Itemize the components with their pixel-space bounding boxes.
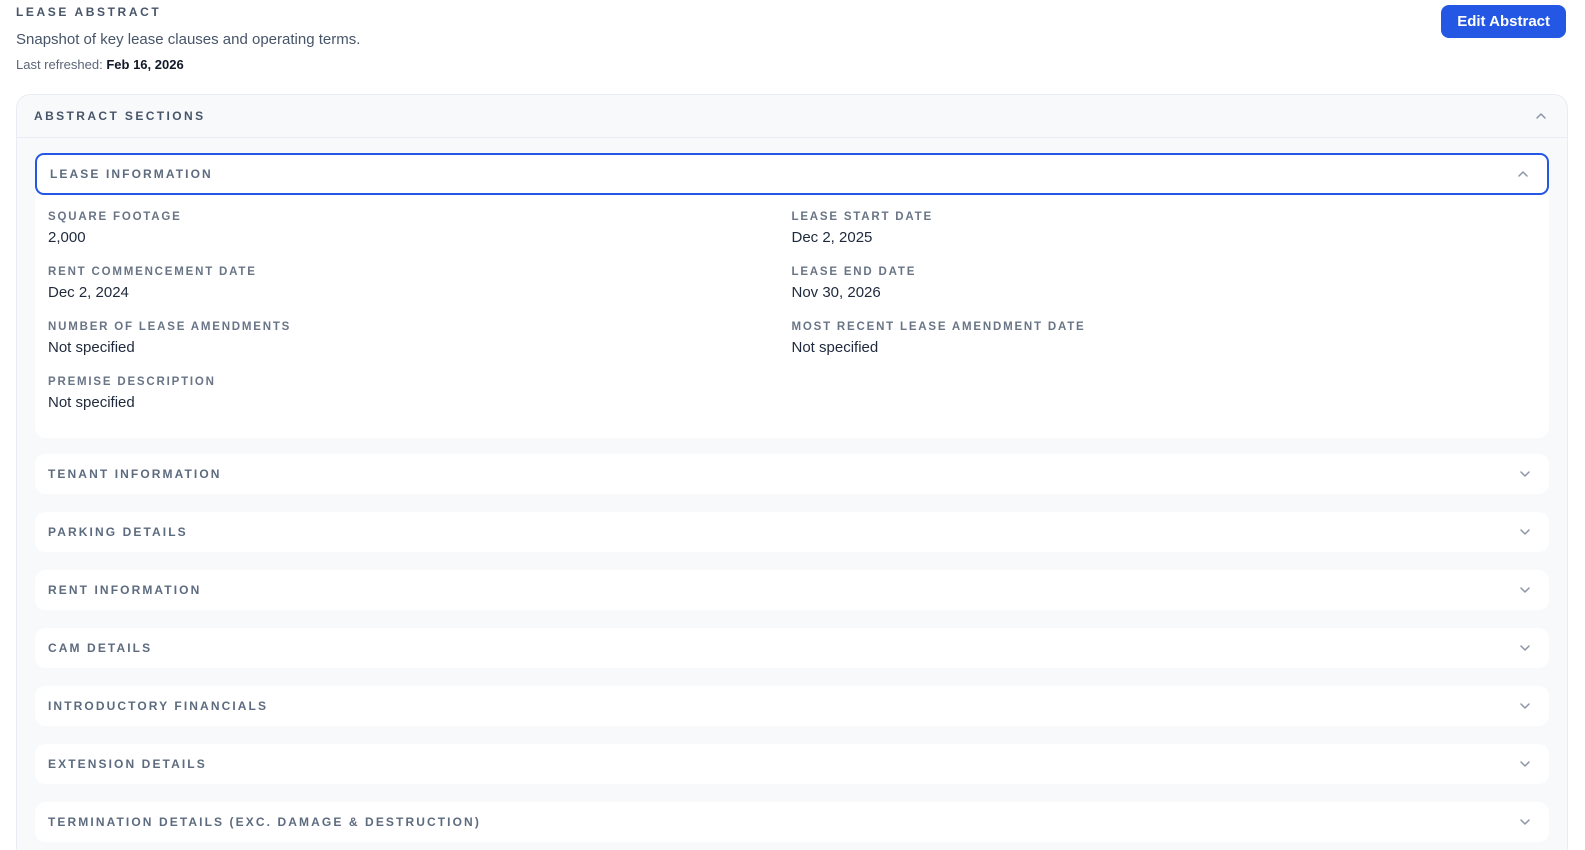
chevron-down-icon	[1520, 703, 1530, 709]
page-subtitle: Snapshot of key lease clauses and operat…	[16, 31, 361, 48]
field: RENT COMMENCEMENT DATE Dec 2, 2024	[48, 266, 792, 301]
section-title: PARKING DETAILS	[48, 525, 188, 539]
collapsed-section-bar[interactable]: RENT INFORMATION	[35, 570, 1549, 610]
chevron-down-icon	[1520, 819, 1530, 825]
field-label: RENT COMMENCEMENT DATE	[48, 266, 257, 278]
lease-information-fields: SQUARE FOOTAGE 2,000 LEASE START DATE De…	[35, 195, 1549, 438]
chevron-down-icon	[1520, 529, 1530, 535]
field: NUMBER OF LEASE AMENDMENTS Not specified	[48, 321, 792, 356]
field-value: Nov 30, 2026	[791, 284, 881, 301]
collapsed-section-bar[interactable]: EXTENSION DETAILS	[35, 744, 1549, 784]
collapsed-section-bar[interactable]: TENANT INFORMATION	[35, 454, 1549, 494]
field-label: SQUARE FOOTAGE	[48, 211, 182, 223]
field-label: PREMISE DESCRIPTION	[48, 376, 216, 388]
abstract-sections-title: ABSTRACT SECTIONS	[34, 109, 206, 123]
collapsed-section-bar[interactable]: PARKING DETAILS	[35, 512, 1549, 552]
last-refreshed: Last refreshed: Feb 16, 2026	[16, 57, 1568, 72]
lease-abstract-page: LEASE ABSTRACT Snapshot of key lease cla…	[0, 0, 1585, 850]
field-value: Not specified	[48, 394, 135, 411]
chevron-up-icon	[1536, 113, 1546, 119]
field-value: Dec 2, 2024	[48, 284, 129, 301]
edit-abstract-button[interactable]: Edit Abstract	[1441, 5, 1566, 38]
last-refreshed-date: Feb 16, 2026	[106, 57, 184, 72]
section-lease-information: LEASE INFORMATION SQUARE FOOTAGE 2,000 L…	[35, 153, 1549, 438]
chevron-up-icon	[1518, 171, 1528, 177]
collapsed-section-bar[interactable]: CAM DETAILS	[35, 628, 1549, 668]
section-title: EXTENSION DETAILS	[48, 757, 207, 771]
section-title: TENANT INFORMATION	[48, 467, 222, 481]
last-refreshed-label: Last refreshed:	[16, 57, 103, 72]
field: SQUARE FOOTAGE 2,000	[48, 211, 792, 246]
field: LEASE START DATE Dec 2, 2025	[792, 211, 1536, 246]
field: LEASE END DATE Nov 30, 2026	[792, 266, 1536, 301]
collapsed-section-bar[interactable]: INTRODUCTORY FINANCIALS	[35, 686, 1549, 726]
field-label: LEASE START DATE	[791, 211, 933, 223]
section-title: TERMINATION DETAILS (EXC. DAMAGE & DESTR…	[48, 815, 481, 829]
section-header-lease-information[interactable]: LEASE INFORMATION	[35, 153, 1549, 195]
page-header: LEASE ABSTRACT Snapshot of key lease cla…	[16, 5, 1568, 72]
field: PREMISE DESCRIPTION Not specified	[48, 376, 792, 411]
chevron-down-icon	[1520, 471, 1530, 477]
field-label: LEASE END DATE	[791, 266, 917, 278]
section-title: CAM DETAILS	[48, 641, 153, 655]
field-label: MOST RECENT LEASE AMENDMENT DATE	[791, 321, 1086, 333]
abstract-sections-body: LEASE INFORMATION SQUARE FOOTAGE 2,000 L…	[17, 138, 1567, 850]
field-value: Not specified	[48, 339, 135, 356]
page-title: LEASE ABSTRACT	[16, 5, 162, 19]
chevron-down-icon	[1520, 645, 1530, 651]
chevron-down-icon	[1520, 761, 1530, 767]
field: MOST RECENT LEASE AMENDMENT DATE Not spe…	[792, 321, 1536, 356]
field-value: Not specified	[791, 339, 879, 356]
field-label: NUMBER OF LEASE AMENDMENTS	[48, 321, 292, 333]
collapsed-section-bar[interactable]: TERMINATION DETAILS (EXC. DAMAGE & DESTR…	[35, 802, 1549, 842]
section-title: RENT INFORMATION	[48, 583, 202, 597]
section-title: INTRODUCTORY FINANCIALS	[48, 699, 269, 713]
abstract-sections-card: ABSTRACT SECTIONS LEASE INFORMATION SQUA…	[16, 94, 1568, 850]
chevron-down-icon	[1520, 587, 1530, 593]
field-value: Dec 2, 2025	[791, 229, 873, 246]
abstract-sections-header[interactable]: ABSTRACT SECTIONS	[17, 95, 1567, 138]
collapsed-sections-list: TENANT INFORMATION PARKING DETAILS RENT …	[35, 454, 1549, 842]
section-title: LEASE INFORMATION	[50, 167, 213, 181]
field-value: 2,000	[48, 229, 86, 246]
